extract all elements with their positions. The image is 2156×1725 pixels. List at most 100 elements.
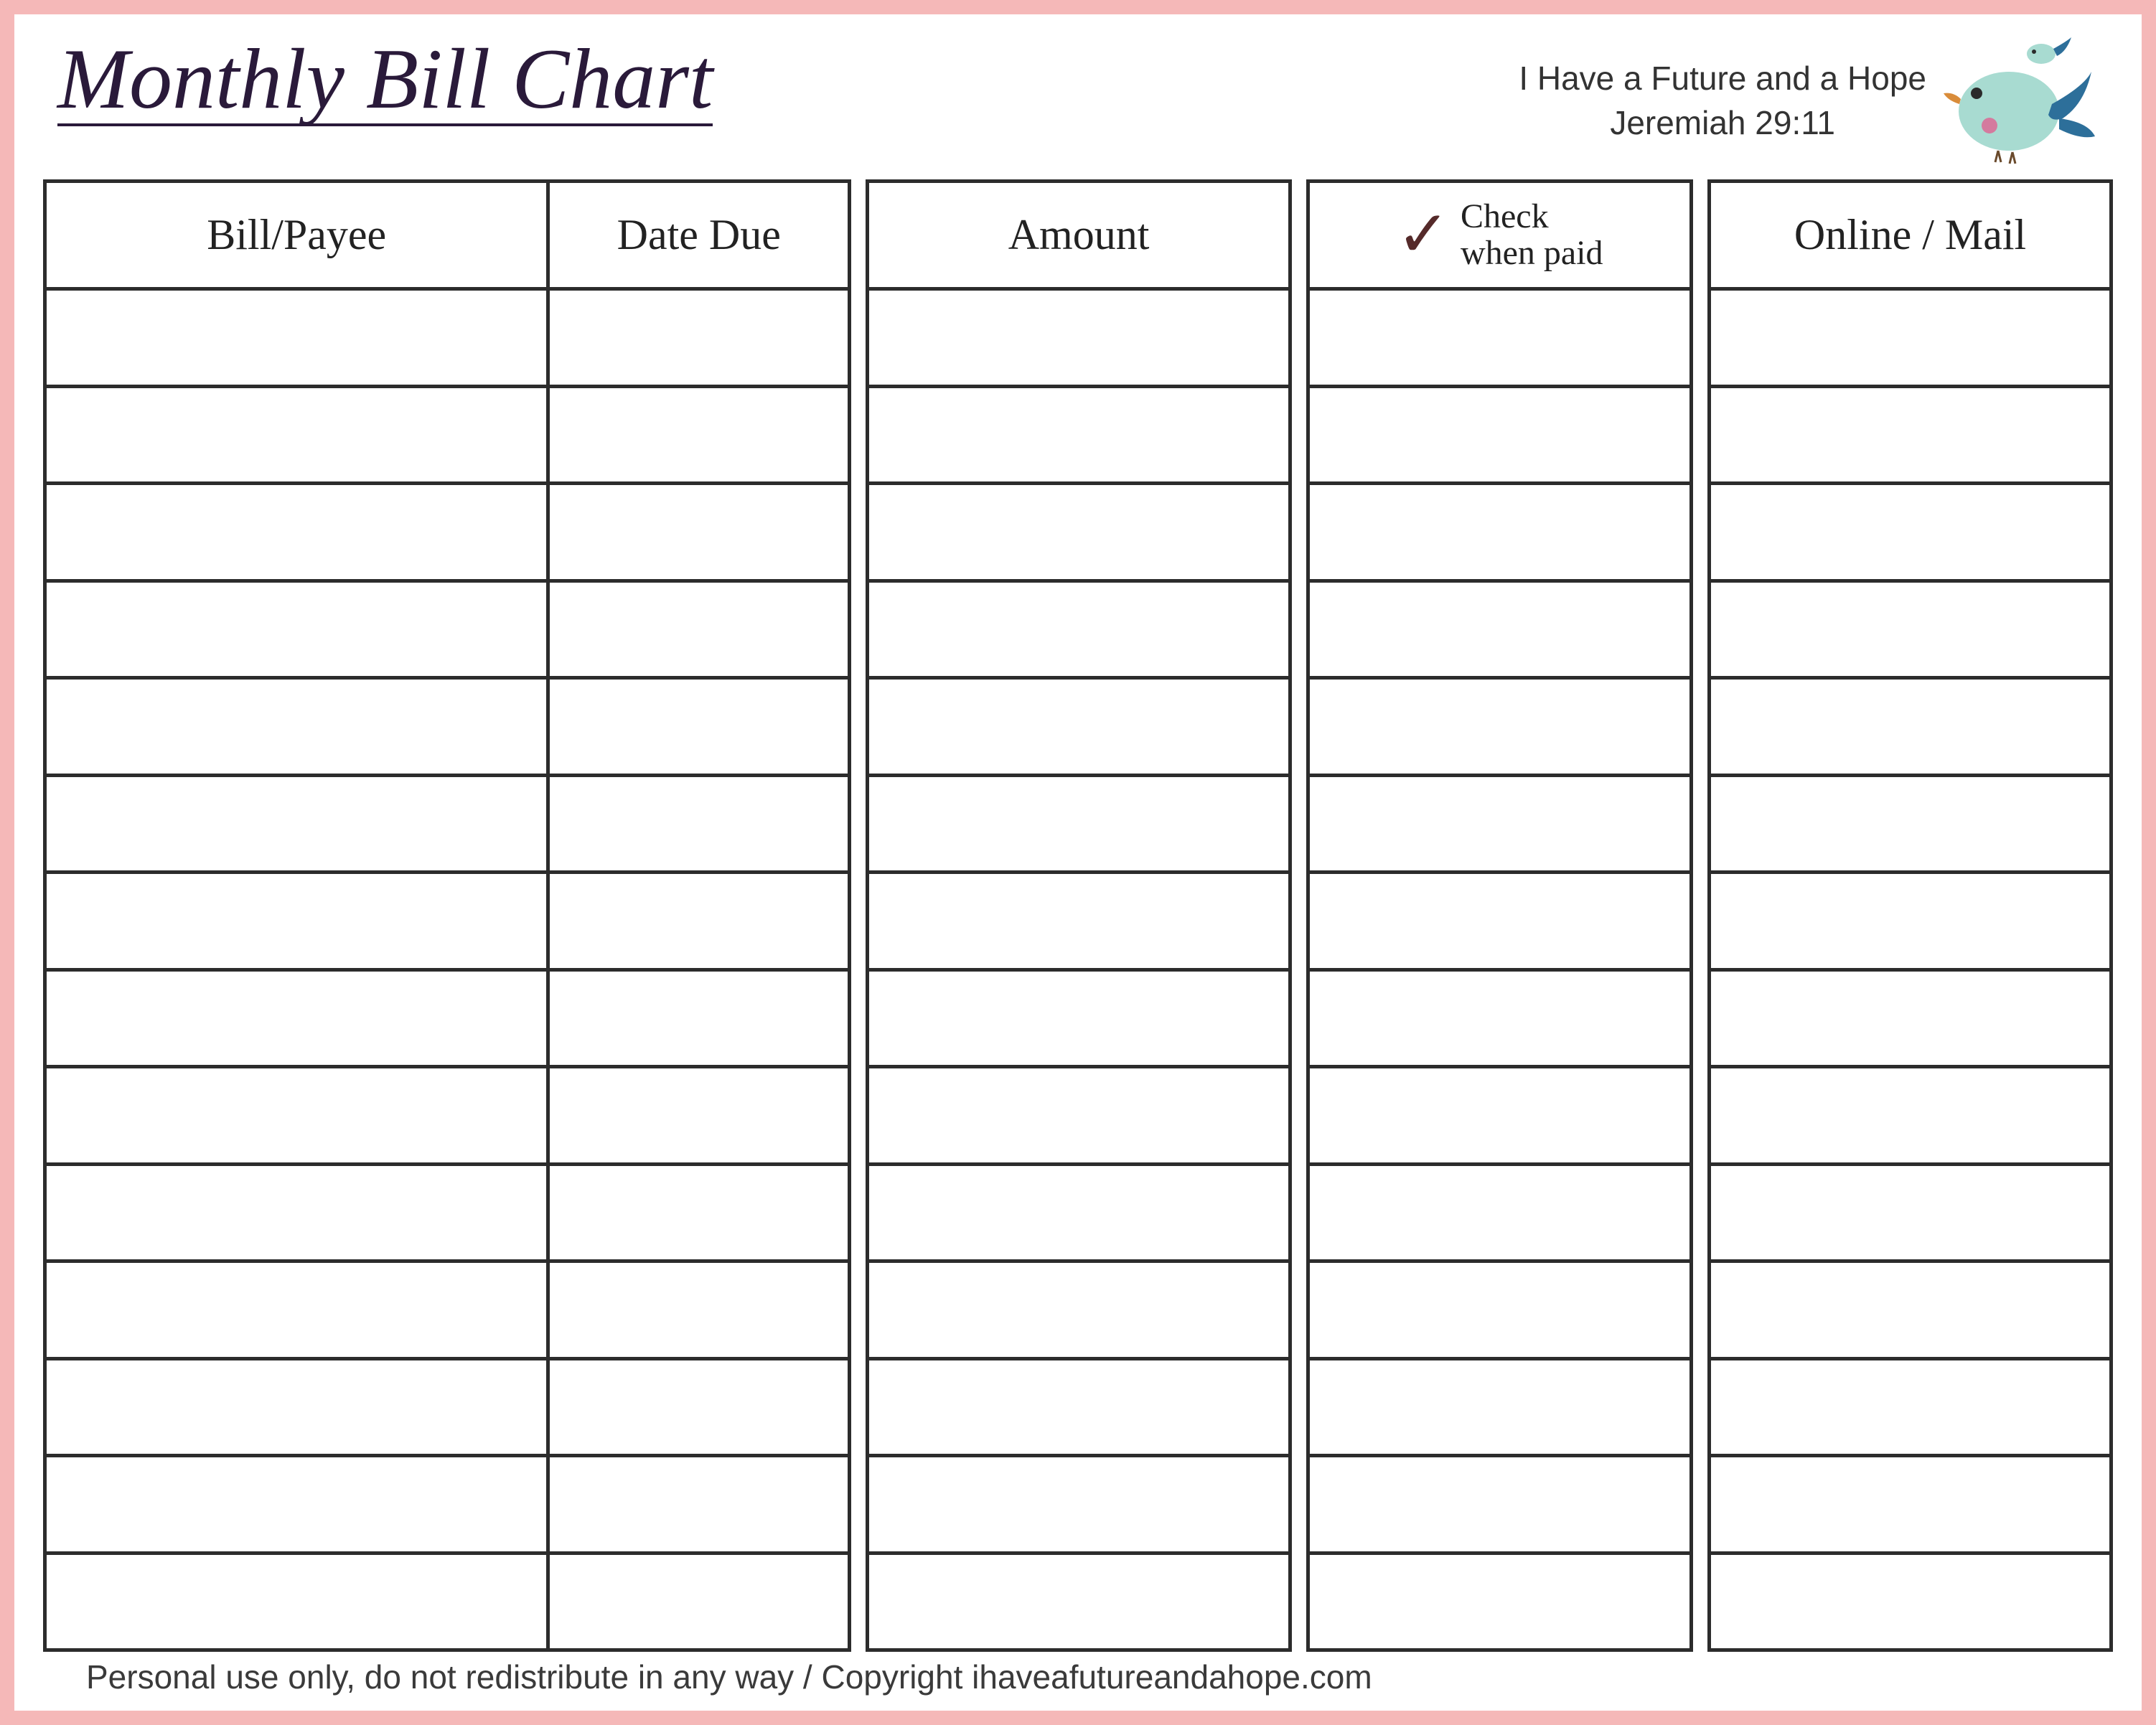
gap bbox=[850, 1358, 868, 1456]
cell-online-mail[interactable] bbox=[1710, 873, 2112, 970]
cell-date-due[interactable] bbox=[548, 969, 850, 1067]
cell-date-due[interactable] bbox=[548, 1358, 850, 1456]
bill-table: Bill/Payee Date Due Amount ✓ Check when … bbox=[43, 179, 2113, 1652]
cell-date-due[interactable] bbox=[548, 1456, 850, 1554]
cell-bill-payee[interactable] bbox=[45, 289, 548, 387]
checkmark-icon: ✓ bbox=[1397, 216, 1450, 255]
cell-bill-payee[interactable] bbox=[45, 1358, 548, 1456]
cell-check[interactable] bbox=[1308, 289, 1691, 387]
cell-online-mail[interactable] bbox=[1710, 1261, 2112, 1359]
gap bbox=[1290, 1067, 1308, 1165]
cell-check[interactable] bbox=[1308, 484, 1691, 581]
cell-check[interactable] bbox=[1308, 775, 1691, 873]
cell-date-due[interactable] bbox=[548, 484, 850, 581]
cell-online-mail[interactable] bbox=[1710, 1456, 2112, 1554]
cell-check[interactable] bbox=[1308, 969, 1691, 1067]
cell-amount[interactable] bbox=[868, 1067, 1290, 1165]
header-right: I Have a Future and a Hope Jeremiah 29:1… bbox=[1519, 36, 2099, 165]
bird-icon bbox=[1941, 36, 2099, 165]
cell-check[interactable] bbox=[1308, 678, 1691, 776]
gap bbox=[850, 969, 868, 1067]
cell-amount[interactable] bbox=[868, 1553, 1290, 1650]
cell-date-due[interactable] bbox=[548, 1261, 850, 1359]
gap bbox=[1290, 678, 1308, 776]
cell-online-mail[interactable] bbox=[1710, 1553, 2112, 1650]
gap bbox=[1290, 1456, 1308, 1554]
document-page: Monthly Bill Chart I Have a Future and a… bbox=[14, 14, 2142, 1711]
gap bbox=[850, 1164, 868, 1261]
cell-date-due[interactable] bbox=[548, 289, 850, 387]
cell-amount[interactable] bbox=[868, 386, 1290, 484]
gap bbox=[1290, 873, 1308, 970]
cell-amount[interactable] bbox=[868, 581, 1290, 678]
cell-bill-payee[interactable] bbox=[45, 581, 548, 678]
cell-online-mail[interactable] bbox=[1710, 775, 2112, 873]
col-check-when-paid: ✓ Check when paid bbox=[1308, 182, 1691, 289]
gap bbox=[850, 182, 868, 289]
gap bbox=[1290, 386, 1308, 484]
cell-bill-payee[interactable] bbox=[45, 873, 548, 970]
cell-check[interactable] bbox=[1308, 1164, 1691, 1261]
cell-date-due[interactable] bbox=[548, 1067, 850, 1165]
cell-amount[interactable] bbox=[868, 1164, 1290, 1261]
cell-bill-payee[interactable] bbox=[45, 1456, 548, 1554]
cell-amount[interactable] bbox=[868, 775, 1290, 873]
cell-bill-payee[interactable] bbox=[45, 1261, 548, 1359]
gap bbox=[1290, 484, 1308, 581]
cell-online-mail[interactable] bbox=[1710, 581, 2112, 678]
cell-date-due[interactable] bbox=[548, 1164, 850, 1261]
cell-online-mail[interactable] bbox=[1710, 484, 2112, 581]
cell-bill-payee[interactable] bbox=[45, 678, 548, 776]
gap bbox=[1692, 678, 1710, 776]
gap bbox=[1692, 775, 1710, 873]
cell-date-due[interactable] bbox=[548, 1553, 850, 1650]
cell-online-mail[interactable] bbox=[1710, 289, 2112, 387]
cell-date-due[interactable] bbox=[548, 581, 850, 678]
cell-bill-payee[interactable] bbox=[45, 386, 548, 484]
cell-check[interactable] bbox=[1308, 386, 1691, 484]
cell-bill-payee[interactable] bbox=[45, 969, 548, 1067]
gap bbox=[1290, 775, 1308, 873]
gap bbox=[1692, 581, 1710, 678]
gap bbox=[1290, 1553, 1308, 1650]
cell-date-due[interactable] bbox=[548, 678, 850, 776]
cell-amount[interactable] bbox=[868, 289, 1290, 387]
cell-online-mail[interactable] bbox=[1710, 1067, 2112, 1165]
cell-check[interactable] bbox=[1308, 1358, 1691, 1456]
cell-online-mail[interactable] bbox=[1710, 969, 2112, 1067]
cell-online-mail[interactable] bbox=[1710, 678, 2112, 776]
table-row bbox=[45, 581, 2112, 678]
col-date-due: Date Due bbox=[548, 182, 850, 289]
cell-date-due[interactable] bbox=[548, 873, 850, 970]
col-online-mail: Online / Mail bbox=[1710, 182, 2112, 289]
gap bbox=[1290, 1261, 1308, 1359]
cell-check[interactable] bbox=[1308, 1067, 1691, 1165]
cell-amount[interactable] bbox=[868, 873, 1290, 970]
cell-online-mail[interactable] bbox=[1710, 1164, 2112, 1261]
cell-amount[interactable] bbox=[868, 1358, 1290, 1456]
gap bbox=[1692, 386, 1710, 484]
gap bbox=[1692, 1358, 1710, 1456]
cell-check[interactable] bbox=[1308, 1456, 1691, 1554]
table-row bbox=[45, 1553, 2112, 1650]
verse-line2: Jeremiah 29:11 bbox=[1519, 100, 1926, 145]
cell-check[interactable] bbox=[1308, 581, 1691, 678]
cell-check[interactable] bbox=[1308, 873, 1691, 970]
cell-amount[interactable] bbox=[868, 484, 1290, 581]
cell-bill-payee[interactable] bbox=[45, 484, 548, 581]
cell-amount[interactable] bbox=[868, 1456, 1290, 1554]
cell-date-due[interactable] bbox=[548, 775, 850, 873]
cell-amount[interactable] bbox=[868, 1261, 1290, 1359]
cell-amount[interactable] bbox=[868, 969, 1290, 1067]
cell-online-mail[interactable] bbox=[1710, 1358, 2112, 1456]
cell-check[interactable] bbox=[1308, 1553, 1691, 1650]
gap bbox=[850, 581, 868, 678]
cell-amount[interactable] bbox=[868, 678, 1290, 776]
cell-online-mail[interactable] bbox=[1710, 386, 2112, 484]
cell-date-due[interactable] bbox=[548, 386, 850, 484]
cell-check[interactable] bbox=[1308, 1261, 1691, 1359]
cell-bill-payee[interactable] bbox=[45, 775, 548, 873]
cell-bill-payee[interactable] bbox=[45, 1067, 548, 1165]
cell-bill-payee[interactable] bbox=[45, 1164, 548, 1261]
cell-bill-payee[interactable] bbox=[45, 1553, 548, 1650]
